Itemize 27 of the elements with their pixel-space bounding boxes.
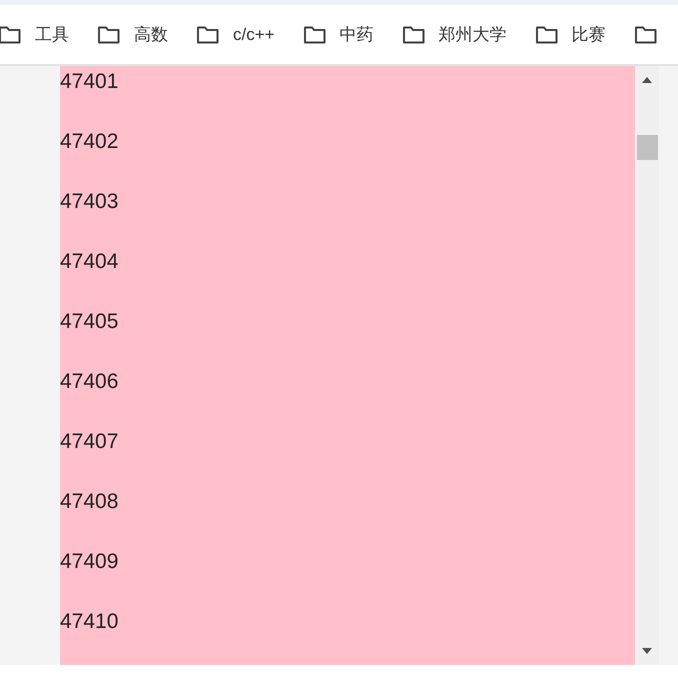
number-text: 47407 — [60, 430, 118, 453]
number-text: 47409 — [60, 550, 118, 573]
bookmark[interactable]: 中药 — [302, 23, 374, 46]
number-text: 47402 — [60, 130, 118, 153]
scrollbar[interactable] — [635, 66, 659, 665]
scroll-up-icon[interactable] — [642, 77, 652, 83]
bookmark[interactable]: 比赛 — [534, 23, 606, 46]
number-text: 47406 — [60, 370, 118, 393]
scroll-thumb[interactable] — [637, 135, 658, 160]
folder-icon — [402, 24, 426, 44]
folder-icon — [302, 24, 327, 44]
folder-icon — [196, 24, 220, 44]
bookmark[interactable]: 高数 — [97, 23, 168, 46]
folder-icon — [97, 24, 121, 44]
folder-icon — [534, 24, 559, 44]
scroll-down-icon[interactable] — [642, 648, 652, 654]
number-text: 47405 — [60, 310, 118, 333]
bookmark[interactable]: 工具 — [0, 23, 69, 46]
bookmark[interactable]: c/c++ — [196, 24, 275, 44]
folder-icon — [0, 24, 22, 44]
number-text: 47404 — [60, 250, 118, 273]
number-text: 47403 — [60, 190, 118, 213]
number-text: 47410 — [60, 610, 118, 633]
number-text: 47401 — [60, 70, 118, 93]
bookmark[interactable]: 郑州大学 — [402, 23, 507, 46]
folder-icon — [634, 24, 658, 44]
number-text: 47408 — [60, 490, 118, 513]
